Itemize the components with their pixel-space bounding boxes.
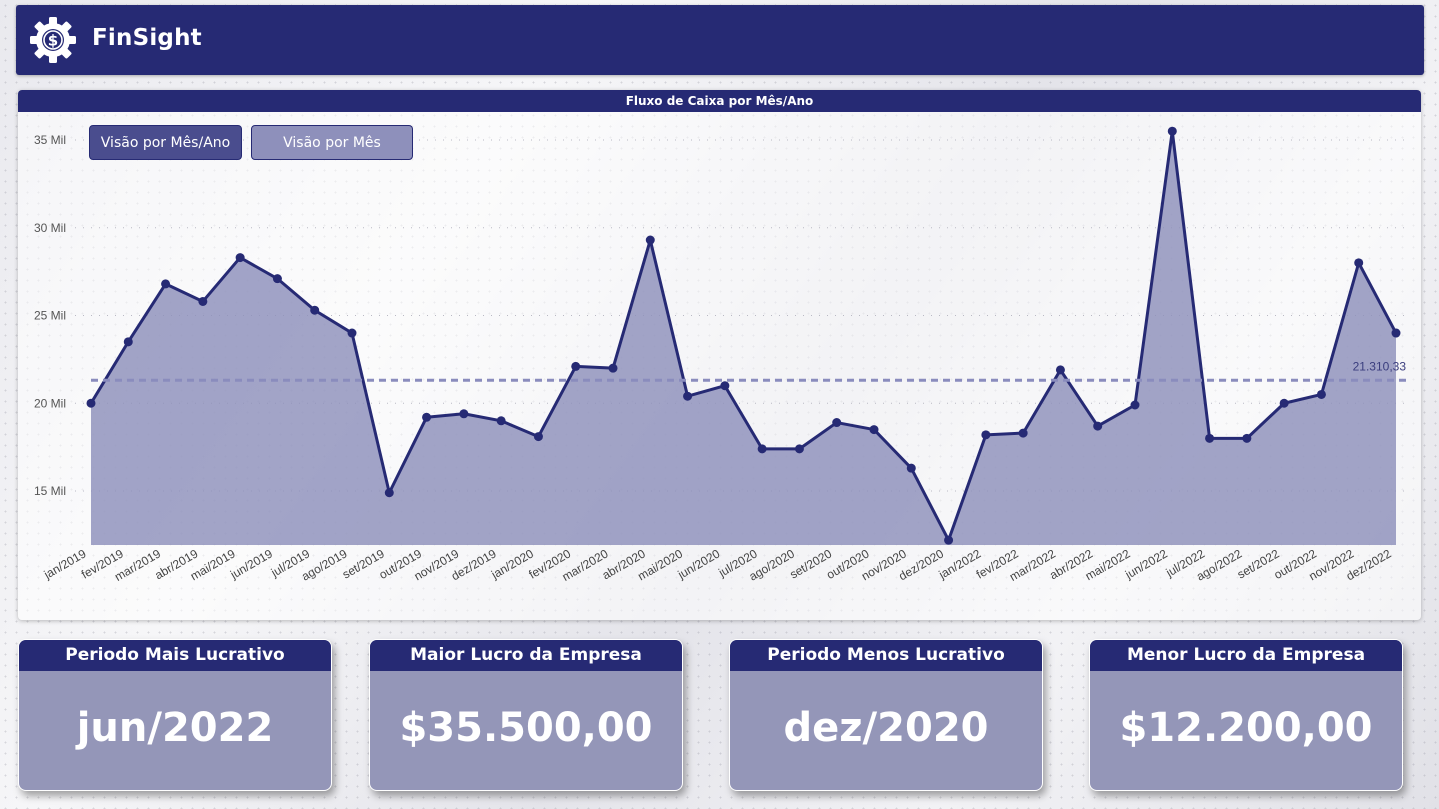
kpi-value: $35.500,00 — [399, 705, 653, 751]
y-tick-label: 30 Mil — [34, 221, 66, 235]
kpi-value: dez/2020 — [783, 705, 989, 751]
kpi-card-least-profitable-period: Periodo Menos Lucrativo dez/2020 — [729, 639, 1043, 791]
x-tick-label: jun/2019 — [227, 546, 275, 582]
data-point — [86, 398, 96, 408]
kpi-title: Maior Lucro da Empresa — [370, 640, 682, 671]
data-point — [1391, 328, 1401, 338]
data-point — [533, 432, 543, 442]
y-tick-label: 15 Mil — [34, 484, 66, 498]
kpi-title: Menor Lucro da Empresa — [1090, 640, 1402, 671]
kpi-card-highest-profit: Maior Lucro da Empresa $35.500,00 — [369, 639, 683, 791]
data-point — [832, 418, 842, 428]
kpi-title: Periodo Mais Lucrativo — [19, 640, 331, 671]
kpi-title: Periodo Menos Lucrativo — [730, 640, 1042, 671]
kpi-value: $12.200,00 — [1119, 705, 1373, 751]
data-point — [794, 444, 804, 454]
data-point — [906, 463, 916, 473]
y-tick-label: 25 Mil — [34, 309, 66, 323]
data-point — [1242, 433, 1252, 443]
data-point — [1167, 126, 1177, 136]
view-by-month-button[interactable]: Visão por Mês — [251, 125, 413, 160]
data-point — [384, 488, 394, 498]
x-tick-label: jan/2019 — [41, 546, 89, 582]
data-point — [571, 361, 581, 371]
kpi-value: jun/2022 — [76, 705, 274, 751]
data-point — [496, 416, 506, 426]
data-point — [1205, 433, 1215, 443]
data-point — [1354, 258, 1364, 268]
data-point — [235, 253, 245, 263]
y-tick-label: 35 Mil — [34, 133, 66, 147]
average-label: 21.310,33 — [1353, 359, 1407, 373]
kpi-card-most-profitable-period: Periodo Mais Lucrativo jun/2022 — [18, 639, 332, 791]
x-tick-label: jan/2022 — [936, 546, 984, 582]
data-point — [123, 337, 133, 347]
data-point — [1055, 365, 1065, 375]
data-point — [161, 279, 171, 289]
data-point — [720, 381, 730, 391]
data-point — [1279, 398, 1289, 408]
data-point — [198, 296, 208, 306]
x-tick-label: jun/2020 — [675, 546, 723, 582]
data-point — [459, 409, 469, 419]
data-point — [869, 425, 879, 435]
data-point — [944, 535, 954, 545]
x-tick-label: jun/2022 — [1122, 546, 1170, 582]
data-point — [757, 444, 767, 454]
data-point — [1018, 428, 1028, 438]
data-point — [310, 305, 320, 315]
series-area — [91, 131, 1396, 545]
data-point — [347, 328, 357, 338]
view-by-month-year-button[interactable]: Visão por Mês/Ano — [89, 125, 242, 160]
data-point — [422, 412, 432, 422]
data-point — [645, 235, 655, 245]
data-point — [1316, 389, 1326, 399]
data-point — [608, 363, 618, 373]
kpi-card-lowest-profit: Menor Lucro da Empresa $12.200,00 — [1089, 639, 1403, 791]
data-point — [981, 430, 991, 440]
data-point — [683, 391, 693, 401]
data-point — [1093, 421, 1103, 431]
data-point — [272, 274, 282, 284]
y-tick-label: 20 Mil — [34, 396, 66, 410]
x-tick-label: jan/2020 — [488, 546, 536, 582]
data-point — [1130, 400, 1140, 410]
